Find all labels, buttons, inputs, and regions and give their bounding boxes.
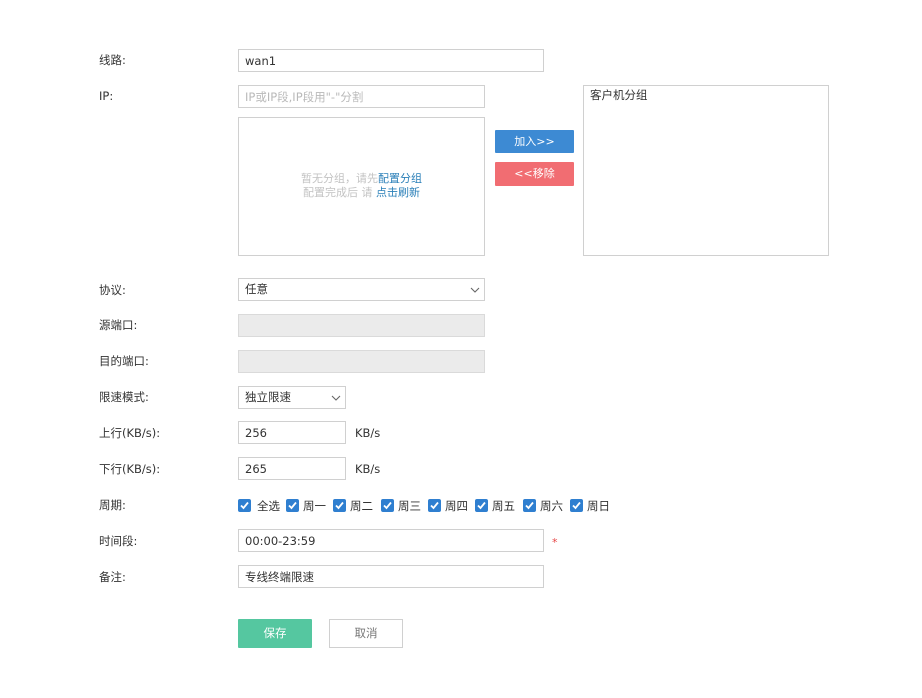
protocol-value: 任意 [245, 282, 268, 296]
limit-mode-label: 限速模式: [99, 390, 149, 404]
up-unit: KB/s [355, 426, 381, 440]
cancel-button[interactable]: 取消 [329, 619, 403, 648]
time-input[interactable] [238, 529, 544, 552]
checkbox-sat[interactable] [523, 499, 536, 512]
down-input[interactable] [238, 457, 346, 480]
note-input[interactable] [238, 565, 544, 588]
limit-mode-select[interactable]: 独立限速 [238, 386, 346, 409]
checkbox-all[interactable] [238, 499, 251, 512]
checkbox-fri[interactable] [475, 499, 488, 512]
checkbox-mon[interactable] [286, 499, 299, 512]
time-label: 时间段: [99, 534, 138, 548]
down-unit: KB/s [355, 462, 381, 476]
dst-port-label: 目的端口: [99, 354, 149, 368]
checkbox-tue[interactable] [333, 499, 346, 512]
limit-mode-value: 独立限速 [245, 390, 291, 404]
checkbox-wed[interactable] [381, 499, 394, 512]
ip-label: IP: [99, 89, 114, 103]
protocol-label: 协议: [99, 283, 126, 297]
down-label: 下行(KB/s): [99, 462, 161, 476]
line-input[interactable] [238, 49, 544, 72]
line-label: 线路: [99, 53, 126, 67]
remove-button[interactable]: <<移除 [495, 162, 574, 186]
check-icon [288, 501, 297, 510]
refresh-link[interactable]: 点击刷新 [376, 186, 420, 199]
note-label: 备注: [99, 570, 126, 584]
period-label: 周期: [99, 498, 126, 512]
required-mark: * [552, 536, 558, 549]
add-button[interactable]: 加入>> [495, 130, 574, 153]
config-group-link[interactable]: 配置分组 [378, 172, 422, 185]
group-list-box[interactable]: 暂无分组，请先配置分组 配置完成后 请 点击刷新 [238, 117, 485, 256]
chevron-down-icon [331, 395, 341, 401]
client-group-title: 客户机分组 [590, 88, 648, 102]
check-icon [572, 501, 581, 510]
checkbox-label-wed: 周三 [398, 499, 421, 513]
checkbox-label-fri: 周五 [492, 499, 515, 513]
checkbox-thu[interactable] [428, 499, 441, 512]
up-input[interactable] [238, 421, 346, 444]
check-icon [525, 501, 534, 510]
check-icon [477, 501, 486, 510]
src-port-input[interactable] [238, 314, 485, 337]
checkbox-label-sat: 周六 [540, 499, 563, 513]
chevron-down-icon [470, 287, 480, 293]
dst-port-input[interactable] [238, 350, 485, 373]
check-icon [430, 501, 439, 510]
group-refresh-message: 配置完成后 请 点击刷新 [303, 186, 420, 199]
checkbox-label-thu: 周四 [445, 499, 468, 513]
save-button[interactable]: 保存 [238, 619, 312, 648]
group-empty-message: 暂无分组，请先配置分组 [301, 172, 422, 185]
check-icon [240, 501, 249, 510]
ip-input[interactable] [238, 85, 485, 108]
checkbox-label-sun: 周日 [587, 499, 610, 513]
check-icon [383, 501, 392, 510]
up-label: 上行(KB/s): [99, 426, 161, 440]
checkbox-label-all: 全选 [257, 499, 280, 513]
src-port-label: 源端口: [99, 318, 138, 332]
checkbox-sun[interactable] [570, 499, 583, 512]
checkbox-label-tue: 周二 [350, 499, 373, 513]
checkbox-label-mon: 周一 [303, 499, 326, 513]
client-group-list[interactable]: 客户机分组 [583, 85, 829, 256]
protocol-select[interactable]: 任意 [238, 278, 485, 301]
check-icon [335, 501, 344, 510]
